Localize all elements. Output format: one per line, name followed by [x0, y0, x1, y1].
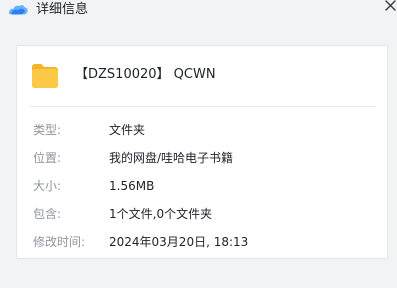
close-icon — [385, 0, 396, 11]
contains-value: 1个文件,0个文件夹 — [109, 207, 213, 221]
info-row-modified: 修改时间: 2024年03月20日, 18:13 — [33, 233, 373, 251]
app-cloud-logo-icon — [7, 2, 29, 18]
details-card: 【DZS10020】 QCWN 类型: 文件夹 位置: 我的网盘/哇哈电子书籍 … — [16, 45, 388, 259]
divider — [30, 106, 376, 107]
size-label: 大小: — [33, 179, 62, 193]
location-value: 我的网盘/哇哈电子书籍 — [109, 151, 234, 165]
close-button[interactable] — [381, 0, 397, 14]
window-title: 详细信息 — [36, 2, 89, 17]
type-value: 文件夹 — [109, 123, 146, 137]
location-label: 位置: — [33, 151, 62, 165]
modified-time-value: 2024年03月20日, 18:13 — [109, 235, 249, 249]
type-label: 类型: — [33, 123, 62, 137]
folder-icon — [30, 62, 60, 90]
size-value: 1.56MB — [109, 179, 155, 193]
info-row-contains: 包含: 1个文件,0个文件夹 — [33, 205, 373, 223]
info-row-location: 位置: 我的网盘/哇哈电子书籍 — [33, 149, 373, 167]
file-name: 【DZS10020】 QCWN — [75, 67, 216, 82]
contains-label: 包含: — [33, 207, 62, 221]
title-bar: 详细信息 — [0, 0, 397, 24]
info-row-type: 类型: 文件夹 — [33, 121, 373, 139]
modified-time-label: 修改时间: — [33, 235, 86, 249]
info-row-size: 大小: 1.56MB — [33, 177, 373, 195]
